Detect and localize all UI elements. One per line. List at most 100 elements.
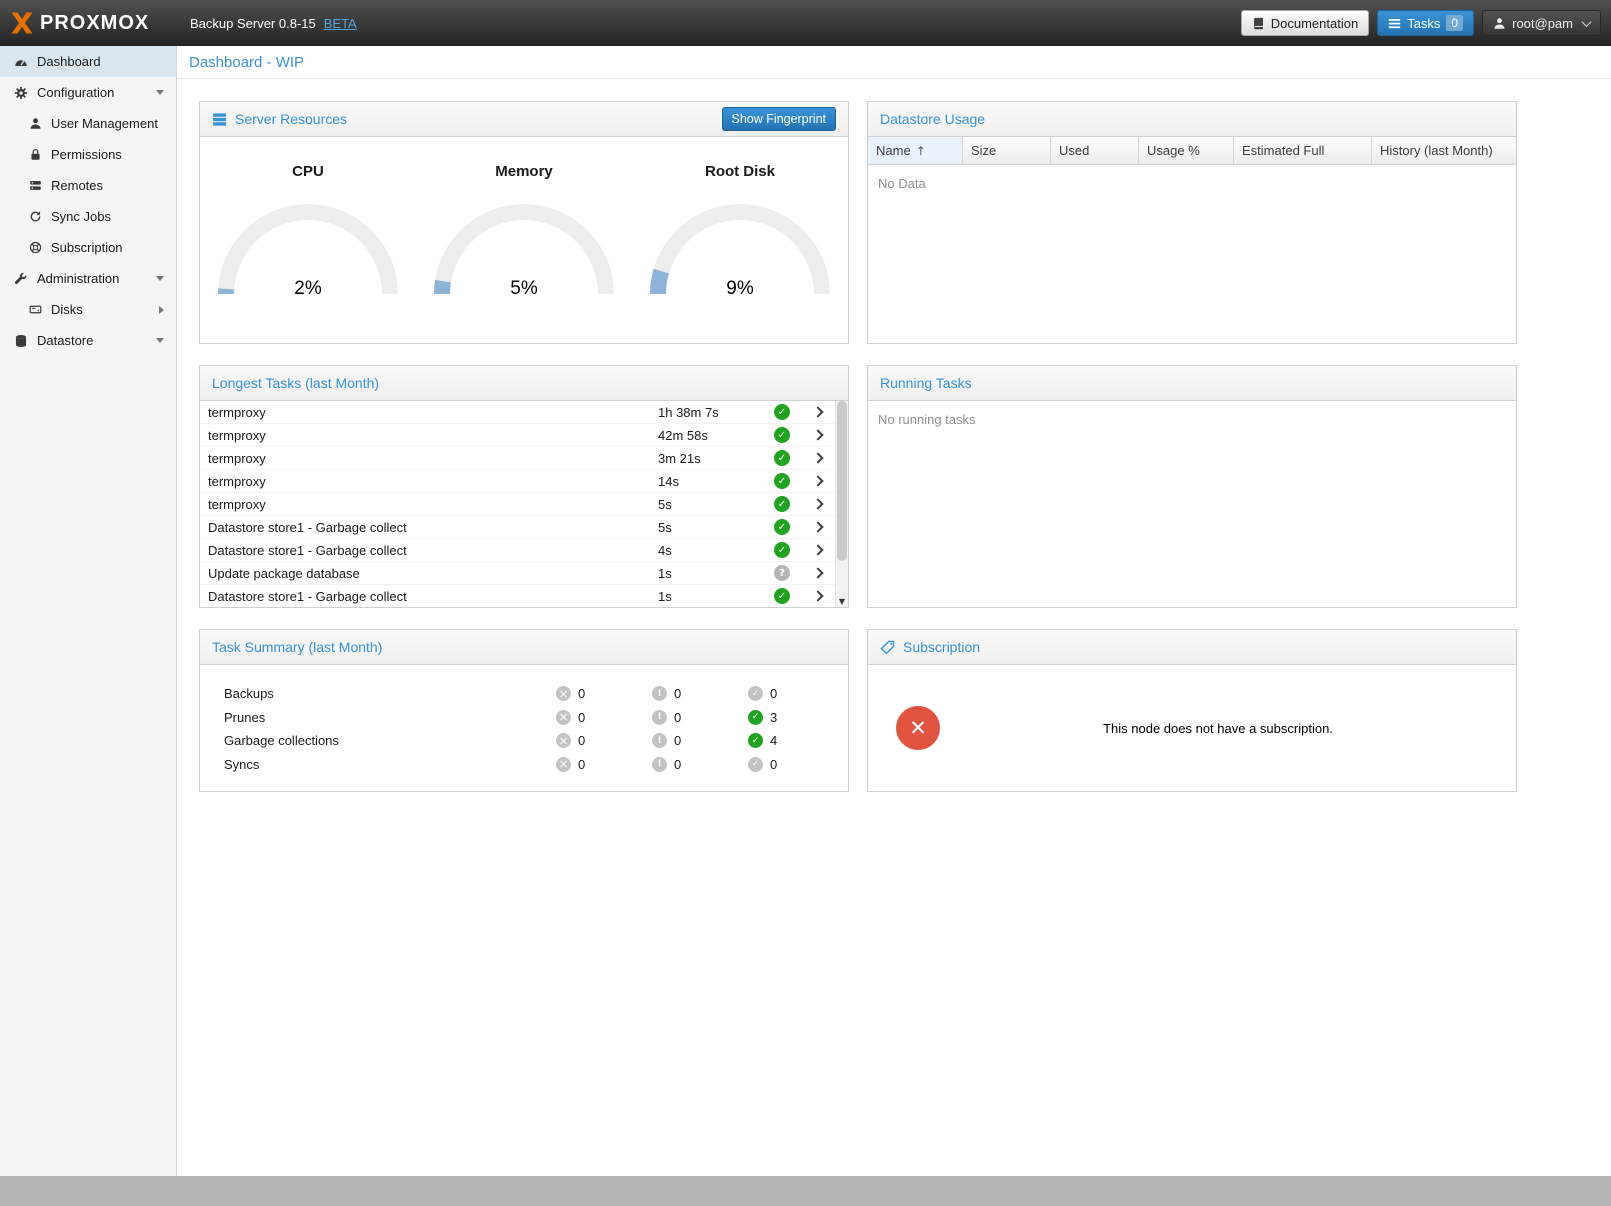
column-header-used[interactable]: Used	[1051, 137, 1139, 164]
scrollbar[interactable]: ▼	[835, 401, 848, 607]
warning-icon	[652, 686, 667, 701]
chevron-right-icon[interactable]	[801, 523, 835, 531]
task-name: termproxy	[208, 451, 658, 466]
sidebar-item-sync-jobs[interactable]: Sync Jobs	[0, 201, 176, 232]
error-icon	[556, 686, 571, 701]
task-summary-body: Backups 0 0 0 Prunes 0 0 3 Garbage c	[200, 665, 848, 791]
chevron-right-icon[interactable]	[801, 592, 835, 600]
task-row[interactable]: Datastore store1 - Garbage collect 4s	[200, 539, 835, 562]
tasks-button[interactable]: Tasks 0	[1377, 10, 1474, 36]
task-row[interactable]: termproxy 1h 38m 7s	[200, 401, 835, 424]
task-row[interactable]: termproxy 3m 21s	[200, 447, 835, 470]
task-duration: 5s	[658, 520, 763, 535]
task-row[interactable]: Datastore store1 - Garbage collect 1s	[200, 585, 835, 607]
sidebar-item-configuration[interactable]: Configuration	[0, 77, 176, 108]
chevron-right-icon[interactable]	[801, 569, 835, 577]
datastore-usage-header: Datastore Usage	[868, 102, 1516, 137]
summary-row-garbage-collections[interactable]: Garbage collections 0 0 4	[224, 729, 848, 753]
gauge-value: 9%	[645, 278, 835, 300]
show-fingerprint-button[interactable]: Show Fingerprint	[722, 107, 837, 131]
longest-tasks-panel: Longest Tasks (last Month) termproxy 1h …	[199, 365, 849, 608]
summary-row-prunes[interactable]: Prunes 0 0 3	[224, 706, 848, 730]
task-duration: 1s	[658, 566, 763, 581]
scroll-down-arrow[interactable]: ▼	[836, 597, 848, 606]
task-name: termproxy	[208, 405, 658, 420]
dashboard-icon	[12, 55, 30, 69]
error-count: 0	[578, 710, 585, 725]
user-menu-button[interactable]: root@pam	[1482, 10, 1601, 36]
task-row[interactable]: termproxy 42m 58s	[200, 424, 835, 447]
column-header-name[interactable]: Name ↑	[868, 137, 963, 164]
ok-count: 0	[770, 686, 777, 701]
lock-icon	[26, 148, 44, 161]
gauge-label: CPU	[292, 163, 324, 180]
task-row[interactable]: Datastore store1 - Garbage collect 5s	[200, 516, 835, 539]
wrench-icon	[12, 272, 30, 286]
task-row[interactable]: Update package database 1s	[200, 562, 835, 585]
datastore-usage-empty: No Data	[868, 165, 1516, 342]
column-header-estimated-full[interactable]: Estimated Full	[1234, 137, 1372, 164]
chevron-down-icon[interactable]	[156, 276, 164, 281]
column-header-size[interactable]: Size	[963, 137, 1051, 164]
sidebar-item-user-management[interactable]: User Management	[0, 108, 176, 139]
panel-title: Subscription	[903, 639, 980, 655]
documentation-button[interactable]: Documentation	[1241, 10, 1369, 36]
chevron-right-icon[interactable]	[801, 454, 835, 462]
chevron-right-icon[interactable]	[801, 546, 835, 554]
chevron-right-icon[interactable]	[801, 408, 835, 416]
chevron-right-icon[interactable]	[801, 477, 835, 485]
sidebar-item-administration[interactable]: Administration	[0, 263, 176, 294]
app-window: PROXMOX Backup Server 0.8-15 BETA Docume…	[0, 0, 1611, 1206]
sidebar-item-label: Sync Jobs	[51, 209, 111, 224]
column-header-history[interactable]: History (last Month)	[1372, 137, 1516, 164]
warning-icon	[652, 710, 667, 725]
warning-icon	[652, 757, 667, 772]
chevron-right-icon[interactable]	[159, 306, 164, 314]
server-resources-header: Server Resources Show Fingerprint	[200, 102, 848, 137]
sidebar-item-datastore[interactable]: Datastore	[0, 325, 176, 356]
panel-title: Datastore Usage	[880, 111, 985, 127]
task-row[interactable]: termproxy 14s	[200, 470, 835, 493]
chevron-down-icon[interactable]	[156, 338, 164, 343]
panel-title: Task Summary (last Month)	[212, 639, 382, 655]
tasks-count-badge: 0	[1446, 15, 1463, 31]
database-icon	[12, 334, 30, 348]
chevron-right-icon[interactable]	[801, 500, 835, 508]
bottom-strip	[0, 1176, 1611, 1206]
task-name: termproxy	[208, 428, 658, 443]
task-status-icon	[774, 427, 790, 443]
sidebar-item-dashboard[interactable]: Dashboard	[0, 46, 176, 77]
task-row[interactable]: termproxy 5s	[200, 493, 835, 516]
summary-row-syncs[interactable]: Syncs 0 0 0	[224, 753, 848, 777]
task-status-icon	[774, 588, 790, 604]
sidebar-item-subscription[interactable]: Subscription	[0, 232, 176, 263]
running-tasks-header: Running Tasks	[868, 366, 1516, 401]
task-summary-panel: Task Summary (last Month) Backups 0 0 0 …	[199, 629, 849, 792]
panel-title: Server Resources	[235, 111, 347, 127]
ok-icon	[748, 757, 763, 772]
warning-count: 0	[674, 710, 681, 725]
summary-row-backups[interactable]: Backups 0 0 0	[224, 682, 848, 706]
sidebar-item-disks[interactable]: Disks	[0, 294, 176, 325]
sidebar: Dashboard Configuration User Management …	[0, 46, 177, 1176]
scrollbar-thumb[interactable]	[837, 401, 847, 561]
chevron-down-icon[interactable]	[156, 90, 164, 95]
sidebar-item-remotes[interactable]: Remotes	[0, 170, 176, 201]
sort-ascending-icon: ↑	[916, 144, 926, 158]
datastore-usage-columns: Name ↑ Size Used Usage % Estimated Full …	[868, 137, 1516, 165]
task-status-icon	[774, 519, 790, 535]
tasks-label: Tasks	[1407, 16, 1440, 31]
caret-down-icon	[1582, 17, 1592, 27]
longest-tasks-list: termproxy 1h 38m 7s termproxy 42m 58s	[200, 401, 848, 607]
column-header-usage-pct[interactable]: Usage %	[1139, 137, 1234, 164]
ok-icon	[748, 686, 763, 701]
ok-icon	[748, 710, 763, 725]
sidebar-item-permissions[interactable]: Permissions	[0, 139, 176, 170]
beta-link[interactable]: BETA	[324, 16, 357, 31]
running-tasks-empty: No running tasks	[868, 401, 1516, 607]
chevron-right-icon[interactable]	[801, 431, 835, 439]
error-icon	[556, 733, 571, 748]
warning-count: 0	[674, 757, 681, 772]
task-status-icon	[774, 496, 790, 512]
task-duration: 4s	[658, 543, 763, 558]
